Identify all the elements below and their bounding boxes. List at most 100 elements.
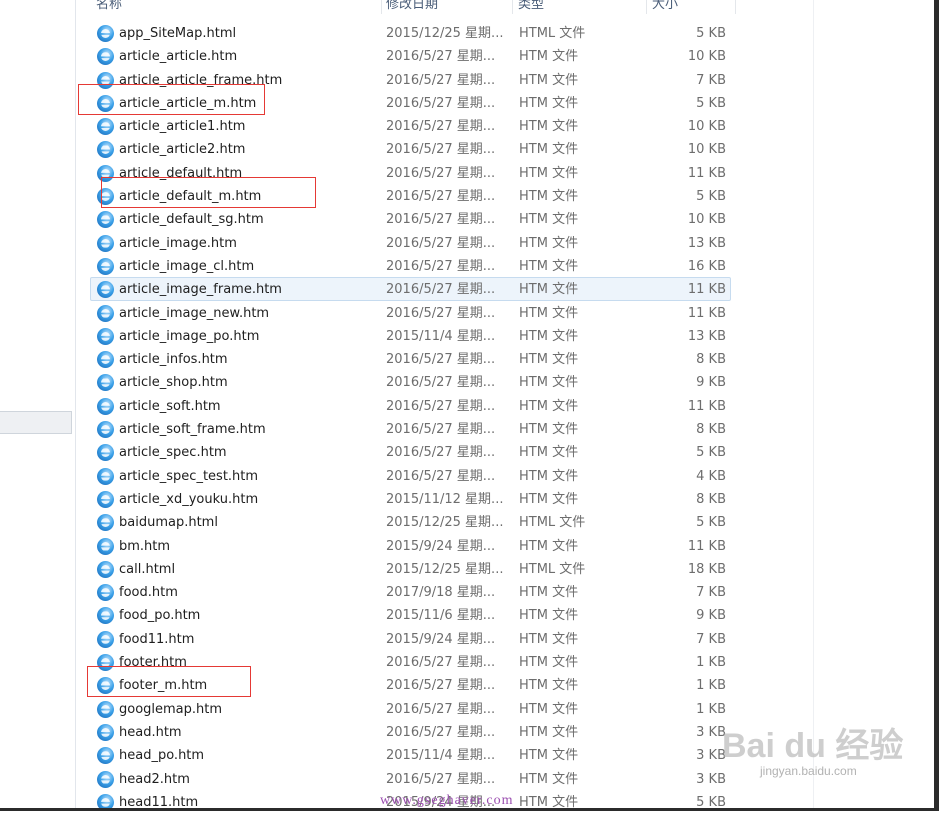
scrollbar[interactable] bbox=[813, 0, 814, 811]
html-file-icon bbox=[97, 537, 114, 555]
html-file-icon bbox=[97, 118, 114, 136]
file-date-modified: 2016/5/27 星期... bbox=[386, 422, 496, 438]
file-size: 3 KB bbox=[696, 724, 726, 740]
file-row[interactable]: food.htm 2017/9/18 星期... HTM 文件 7 KB bbox=[90, 580, 731, 603]
file-row[interactable]: article_article1.htm 2016/5/27 星期... HTM 文… bbox=[90, 114, 731, 137]
file-row[interactable]: article_article2.htm 2016/5/27 星期... HTM 文… bbox=[90, 137, 731, 160]
file-row[interactable]: article_default_sg.htm 2016/5/27 星期... HTM… bbox=[90, 207, 731, 230]
file-type: HTM 文件 bbox=[519, 49, 579, 65]
file-row[interactable]: bm.htm 2015/9/24 星期... HTM 文件 11 KB bbox=[90, 534, 731, 557]
file-size: 5 KB bbox=[696, 189, 726, 205]
file-name: call.html bbox=[119, 561, 176, 577]
file-type: HTM 文件 bbox=[519, 165, 579, 181]
html-file-icon bbox=[97, 584, 114, 602]
html-file-icon bbox=[97, 327, 114, 345]
file-row[interactable]: article_image_po.htm 2015/11/4 星期... HTM 文… bbox=[90, 324, 731, 347]
ie-globe-icon bbox=[97, 327, 114, 345]
ie-globe-icon bbox=[97, 257, 114, 275]
navigation-pane bbox=[0, 0, 76, 811]
file-name: food.htm bbox=[119, 585, 178, 601]
file-row[interactable]: article_image_frame.htm 2016/5/27 星期... HT… bbox=[90, 277, 731, 301]
file-name: article_image_new.htm bbox=[119, 305, 270, 321]
file-row[interactable]: article_spec_test.htm 2016/5/27 星期... HTM … bbox=[90, 464, 731, 487]
file-type: HTM 文件 bbox=[519, 189, 579, 205]
file-date-modified: 2016/5/27 星期... bbox=[386, 119, 496, 135]
column-header-name[interactable]: 名称 bbox=[76, 0, 382, 14]
file-type: HTM 文件 bbox=[519, 771, 579, 787]
file-name: article_article.htm bbox=[119, 49, 238, 65]
ie-globe-icon bbox=[97, 537, 114, 555]
column-header-date-modified[interactable]: 修改日期 bbox=[382, 0, 513, 14]
file-row[interactable]: article_soft_frame.htm 2016/5/27 星期... HTM… bbox=[90, 417, 731, 440]
file-row[interactable]: footer_m.htm 2016/5/27 星期... HTM 文件 1 KB bbox=[87, 666, 731, 698]
file-row[interactable]: head2.htm 2016/5/27 星期... HTM 文件 3 KB bbox=[90, 767, 731, 790]
file-row[interactable]: article_article.htm 2016/5/27 星期... HTM 文件… bbox=[90, 44, 731, 67]
file-name: food11.htm bbox=[119, 631, 195, 647]
file-type: HTM 文件 bbox=[519, 631, 579, 647]
column-header-type[interactable]: 类型 bbox=[513, 0, 647, 14]
file-row[interactable]: article_article_m.htm 2016/5/27 星期... HTM … bbox=[78, 83, 731, 115]
file-size: 11 KB bbox=[687, 398, 726, 414]
file-date-modified: 2016/5/27 星期... bbox=[386, 701, 496, 717]
file-date-modified: 2016/5/27 星期... bbox=[386, 398, 496, 414]
file-date-modified: 2016/5/27 星期... bbox=[386, 724, 496, 740]
file-size: 8 KB bbox=[696, 422, 726, 438]
file-row[interactable]: article_shop.htm 2016/5/27 星期... HTM 文件 9 K… bbox=[90, 370, 731, 393]
ie-globe-icon bbox=[97, 351, 114, 369]
nav-selected-item[interactable] bbox=[0, 411, 72, 434]
file-type: HTM 文件 bbox=[519, 375, 579, 391]
file-row[interactable]: article_image_new.htm 2016/5/27 星期... HTM … bbox=[90, 301, 731, 324]
ie-globe-icon bbox=[97, 48, 114, 66]
file-row[interactable]: article_soft.htm 2016/5/27 星期... HTM 文件 11 … bbox=[90, 394, 731, 417]
file-type: HTML 文件 bbox=[519, 561, 586, 577]
file-date-modified: 2016/5/27 星期... bbox=[386, 72, 496, 88]
file-date-modified: 2016/5/27 星期... bbox=[386, 49, 496, 65]
file-row[interactable]: article_xd_youku.htm 2015/11/12 星期... HTM … bbox=[90, 487, 731, 510]
file-row[interactable]: article_infos.htm 2016/5/27 星期... HTM 文件 8 … bbox=[90, 347, 731, 370]
file-date-modified: 2015/11/4 星期... bbox=[386, 748, 496, 764]
file-size: 1 KB bbox=[696, 701, 726, 717]
file-date-modified: 2015/11/4 星期... bbox=[386, 328, 496, 344]
file-size: 4 KB bbox=[696, 468, 726, 484]
ie-globe-icon bbox=[97, 141, 114, 159]
file-date-modified: 2016/5/27 星期... bbox=[386, 95, 496, 111]
file-row[interactable]: food_po.htm 2015/11/6 星期... HTM 文件 9 KB bbox=[90, 603, 731, 626]
column-header-size[interactable]: 大小 bbox=[647, 0, 736, 14]
file-date-modified: 2015/9/24 星期... bbox=[386, 631, 496, 647]
file-row[interactable]: article_image.htm 2016/5/27 星期... HTM 文件 13… bbox=[90, 231, 731, 254]
file-row[interactable]: article_image_cl.htm 2016/5/27 星期... HTM 文… bbox=[90, 254, 731, 277]
file-type: HTM 文件 bbox=[519, 282, 579, 298]
file-row[interactable]: head_po.htm 2015/11/4 星期... HTM 文件 3 KB bbox=[90, 743, 731, 766]
file-date-modified: 2015/11/12 星期... bbox=[386, 491, 504, 507]
file-name: article_default_sg.htm bbox=[119, 212, 264, 228]
html-file-icon bbox=[97, 234, 114, 252]
ie-globe-icon bbox=[97, 397, 114, 415]
file-date-modified: 2016/5/27 星期... bbox=[386, 305, 496, 321]
ie-globe-icon bbox=[97, 630, 114, 648]
file-size: 9 KB bbox=[696, 375, 726, 391]
file-row[interactable]: article_default_m.htm 2016/5/27 星期... HTM … bbox=[90, 177, 731, 209]
file-type: HTM 文件 bbox=[519, 491, 579, 507]
html-file-icon bbox=[97, 421, 114, 439]
file-size: 18 KB bbox=[687, 561, 726, 577]
file-date-modified: 2016/5/27 星期... bbox=[386, 258, 496, 274]
file-row[interactable]: food11.htm 2015/9/24 星期... HTM 文件 7 KB bbox=[90, 627, 731, 650]
file-row[interactable]: baidumap.html 2015/12/25 星期... HTML 文件 5 KB bbox=[90, 510, 731, 533]
red-annotation-box bbox=[87, 666, 251, 698]
window-right-edge bbox=[934, 0, 939, 811]
ie-globe-icon bbox=[97, 234, 114, 252]
file-name: article_image.htm bbox=[119, 235, 237, 251]
file-type: HTM 文件 bbox=[519, 305, 579, 321]
file-row[interactable]: head.htm 2016/5/27 星期... HTM 文件 3 KB bbox=[90, 720, 731, 743]
ie-globe-icon bbox=[97, 118, 114, 136]
html-file-icon bbox=[97, 467, 114, 485]
file-row[interactable]: app_SiteMap.html 2015/12/25 星期... HTML 文件 5… bbox=[90, 21, 731, 44]
html-file-icon bbox=[97, 444, 114, 462]
file-list-pane: 名称 修改日期 类型 大小 app_SiteMap.html 2015/12/25… bbox=[76, 0, 939, 811]
file-row[interactable]: googlemap.htm 2016/5/27 星期... HTM 文件 1 KB bbox=[90, 697, 731, 720]
html-file-icon bbox=[97, 304, 114, 322]
file-name: article_soft.htm bbox=[119, 398, 221, 414]
file-name: article_soft_frame.htm bbox=[119, 422, 266, 438]
file-row[interactable]: article_spec.htm 2016/5/27 星期... HTM 文件 5 K… bbox=[90, 440, 731, 463]
file-row[interactable]: call.html 2015/12/25 星期... HTML 文件 18 KB bbox=[90, 557, 731, 580]
